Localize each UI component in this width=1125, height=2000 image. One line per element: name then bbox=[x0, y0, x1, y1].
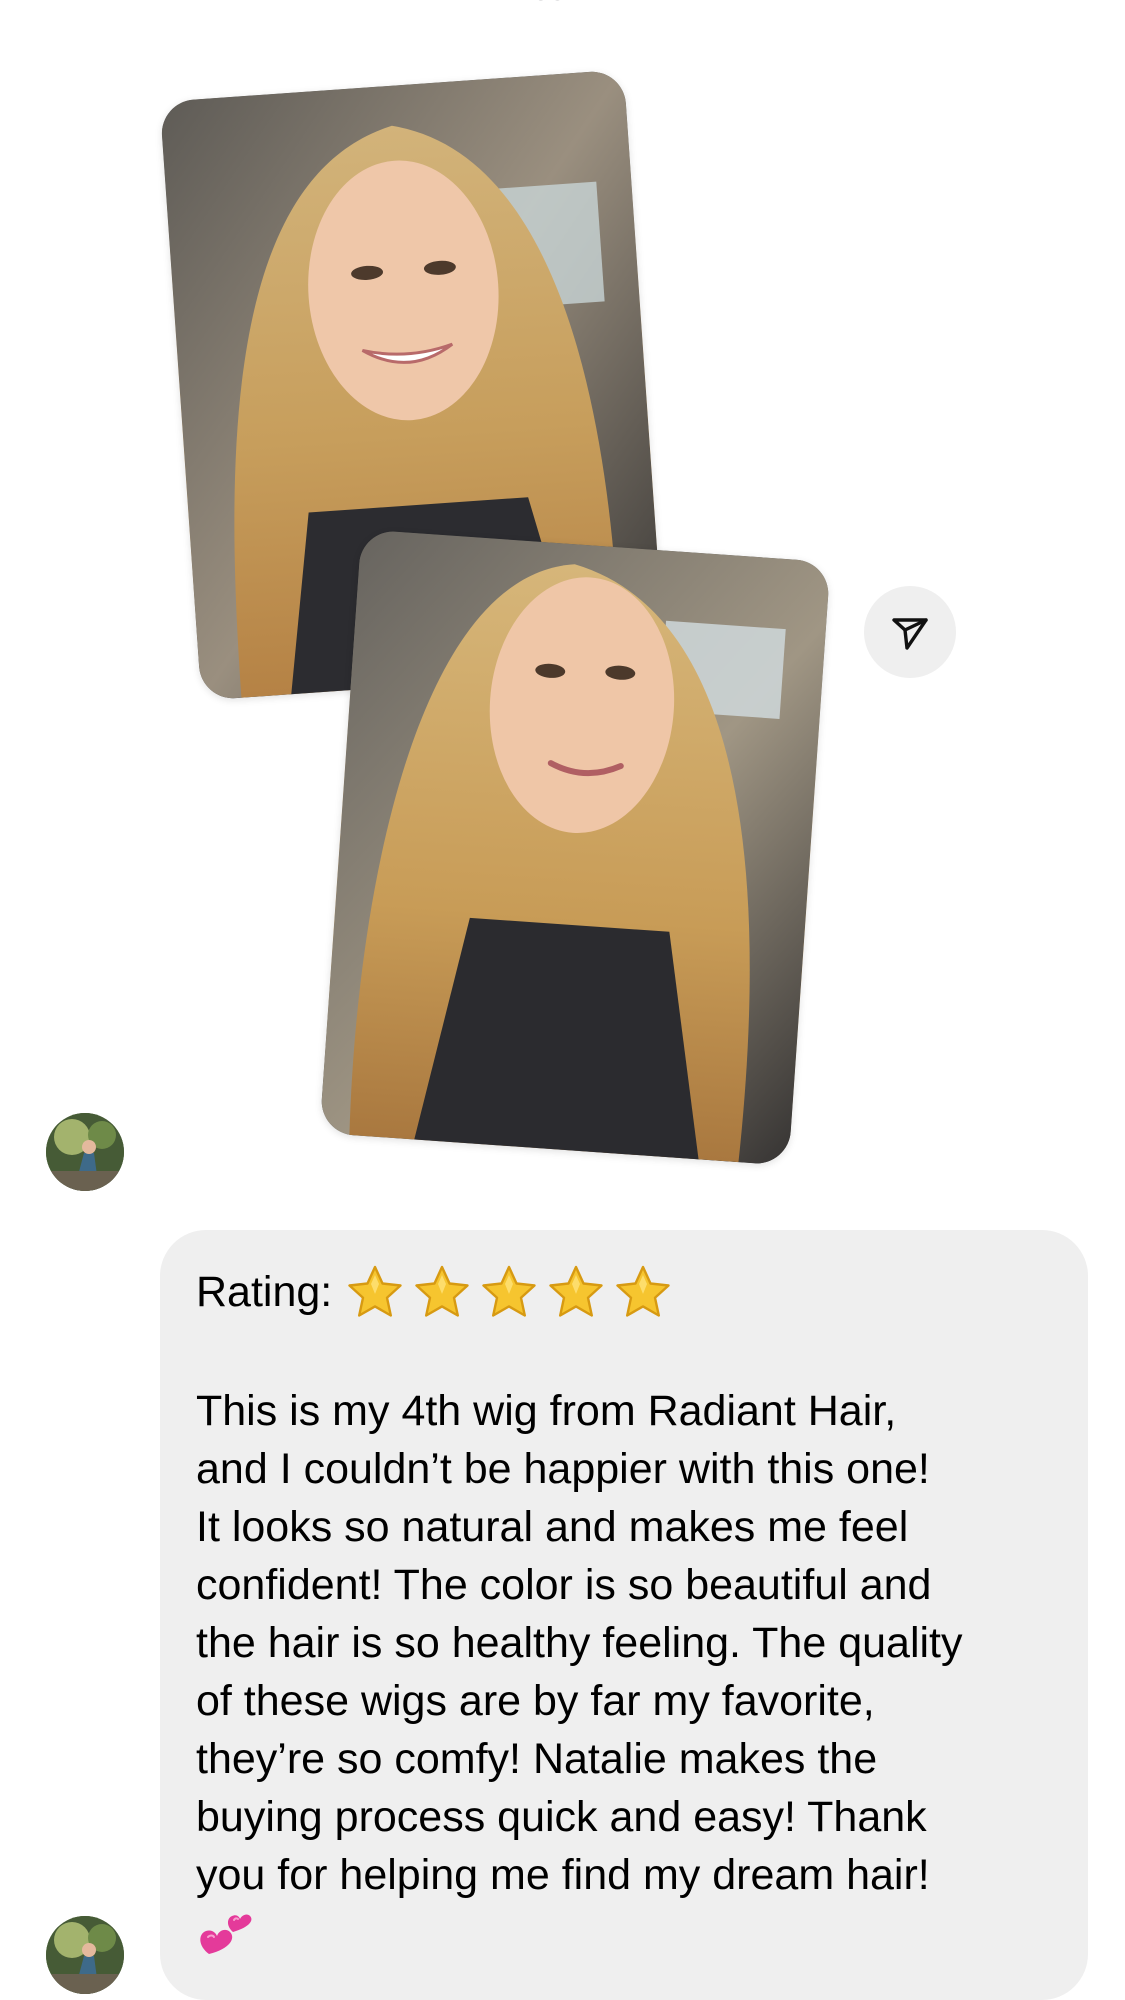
avatar-photo-image bbox=[46, 1916, 124, 1994]
sender-avatar-2[interactable] bbox=[46, 1916, 124, 1994]
rating-label: Rating: bbox=[196, 1268, 333, 1316]
star-icon bbox=[547, 1264, 605, 1320]
star-icon bbox=[413, 1264, 471, 1320]
message-timestamp: 7:00 AM bbox=[0, 0, 1125, 8]
selfie-photo-2-image bbox=[319, 529, 831, 1166]
send-arrow-icon bbox=[892, 618, 928, 650]
star-icon bbox=[614, 1264, 672, 1320]
avatar-photo-image bbox=[46, 1113, 124, 1191]
review-message-bubble[interactable]: Rating: This is my 4th wig from Radiant … bbox=[160, 1230, 1088, 2000]
two-hearts-icon bbox=[196, 1906, 260, 1964]
star-icon bbox=[480, 1264, 538, 1320]
rating-line: Rating: bbox=[196, 1264, 1052, 1320]
star-rating bbox=[346, 1264, 672, 1320]
photo-message-2[interactable] bbox=[319, 529, 831, 1166]
review-text: This is my 4th wig from Radiant Hair, an… bbox=[196, 1387, 963, 1899]
star-icon bbox=[346, 1264, 404, 1320]
sender-avatar[interactable] bbox=[46, 1113, 124, 1191]
share-button[interactable] bbox=[864, 586, 956, 678]
